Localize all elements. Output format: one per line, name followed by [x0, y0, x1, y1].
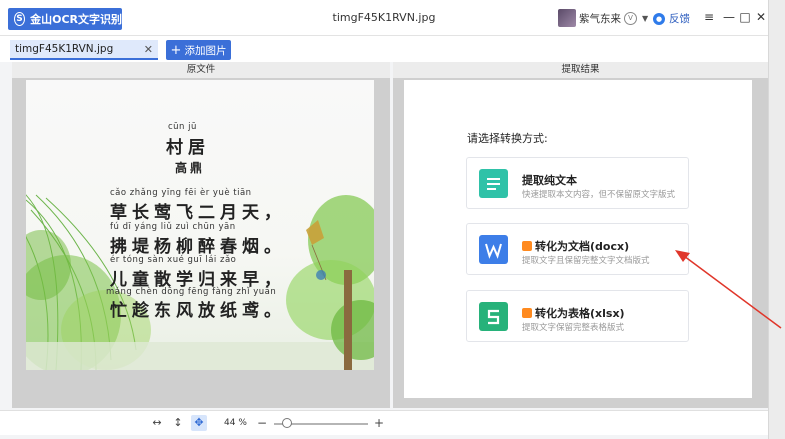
poem-line-3-pinyin: ér tóng sàn xué guī lái zǎo: [110, 255, 237, 265]
poem-title-pinyin: cūn jū: [168, 122, 197, 132]
file-tab[interactable]: timgF45K1RVN.jpg ✕: [10, 40, 158, 60]
poem-line-1: 草长莺飞二月天，: [110, 203, 286, 223]
poem-text: cūn jū 村居 高鼎 cǎo zhǎng yīng fēi èr yuè t…: [26, 80, 374, 370]
settings-menu-icon[interactable]: ≡: [702, 10, 716, 24]
fit-width-icon[interactable]: ↔: [149, 415, 165, 431]
poem-line-4: 忙趁东风放纸鸢。: [110, 301, 286, 321]
sheet-icon: [479, 302, 508, 331]
plus-icon: +: [170, 42, 182, 58]
option-title: 提取纯文本: [522, 174, 577, 187]
file-tab-label: timgF45K1RVN.jpg: [15, 43, 114, 55]
bottom-toolbar: ↔ ↕ ✥ 44 % − +: [0, 410, 768, 435]
option-title-text: 转化为文档(docx): [535, 240, 630, 253]
option-title: 转化为文档(docx): [522, 238, 629, 254]
zoom-slider[interactable]: [274, 418, 368, 428]
option-convert-xlsx[interactable]: 转化为表格(xlsx) 提取文字保留完整表格版式: [466, 290, 689, 342]
option-desc: 提取文字且保留完整文字文档版式: [522, 256, 650, 266]
zoom-in-button[interactable]: +: [374, 416, 384, 430]
chat-bubble-icon: ●: [653, 12, 665, 25]
pan-move-icon[interactable]: ✥: [191, 415, 207, 431]
close-icon[interactable]: ✕: [754, 10, 768, 24]
fit-height-icon[interactable]: ↕: [170, 415, 186, 431]
minimize-icon[interactable]: —: [722, 10, 736, 24]
option-desc: 快速提取本文内容，但不保留原文字版式: [522, 190, 676, 200]
poem-line-2: 拂堤杨柳醉春烟。: [110, 237, 286, 257]
option-title-text: 转化为表格(xlsx): [535, 307, 625, 320]
user-menu[interactable]: 紫气东来 V ▼: [558, 9, 648, 27]
option-title: 转化为表格(xlsx): [522, 305, 625, 321]
background-desktop: [768, 0, 785, 439]
choose-method-label: 请选择转换方式:: [467, 132, 548, 145]
poem-line-1-pinyin: cǎo zhǎng yīng fēi èr yuè tiān: [110, 188, 252, 198]
poem-title: 村居: [166, 138, 210, 158]
vip-icon: [522, 308, 532, 318]
add-image-label: 添加图片: [184, 44, 227, 57]
avatar: [558, 9, 576, 27]
zoom-out-button[interactable]: −: [257, 416, 267, 430]
chevron-down-icon[interactable]: ▼: [642, 14, 648, 23]
vip-icon: [522, 241, 532, 251]
option-convert-docx[interactable]: 转化为文档(docx) 提取文字且保留完整文字文档版式: [466, 223, 689, 275]
word-doc-icon: [479, 235, 508, 264]
feedback-button[interactable]: ● 反馈: [653, 11, 690, 26]
text-lines-icon: [479, 169, 508, 198]
option-desc: 提取文字保留完整表格版式: [522, 323, 625, 333]
ocr-app-window: S 金山OCR文字识别 timgF45K1RVN.jpg 紫气东来 V ▼ ● …: [0, 0, 769, 439]
zoom-slider-handle[interactable]: [282, 418, 292, 428]
maximize-icon[interactable]: □: [738, 10, 752, 24]
poem-line-2-pinyin: fú dī yáng liǔ zuì chūn yān: [110, 222, 236, 232]
title-bar: S 金山OCR文字识别 timgF45K1RVN.jpg 紫气东来 V ▼ ● …: [0, 0, 768, 36]
source-panel-title: 原文件: [12, 62, 390, 78]
vip-badge-icon: V: [624, 11, 637, 25]
close-tab-icon[interactable]: ✕: [144, 43, 153, 56]
poem-author: 高鼎: [175, 161, 206, 175]
feedback-label: 反馈: [669, 13, 690, 25]
zoom-level: 44 %: [224, 418, 247, 428]
source-image[interactable]: cūn jū 村居 高鼎 cǎo zhǎng yīng fēi èr yuè t…: [26, 80, 374, 370]
file-tab-row: timgF45K1RVN.jpg ✕ + 添加图片: [0, 36, 768, 62]
result-panel-title: 提取结果: [393, 62, 768, 78]
user-name: 紫气东来: [579, 12, 621, 25]
option-extract-text[interactable]: 提取纯文本 快速提取本文内容，但不保留原文字版式: [466, 157, 689, 209]
add-image-button[interactable]: + 添加图片: [166, 40, 231, 60]
